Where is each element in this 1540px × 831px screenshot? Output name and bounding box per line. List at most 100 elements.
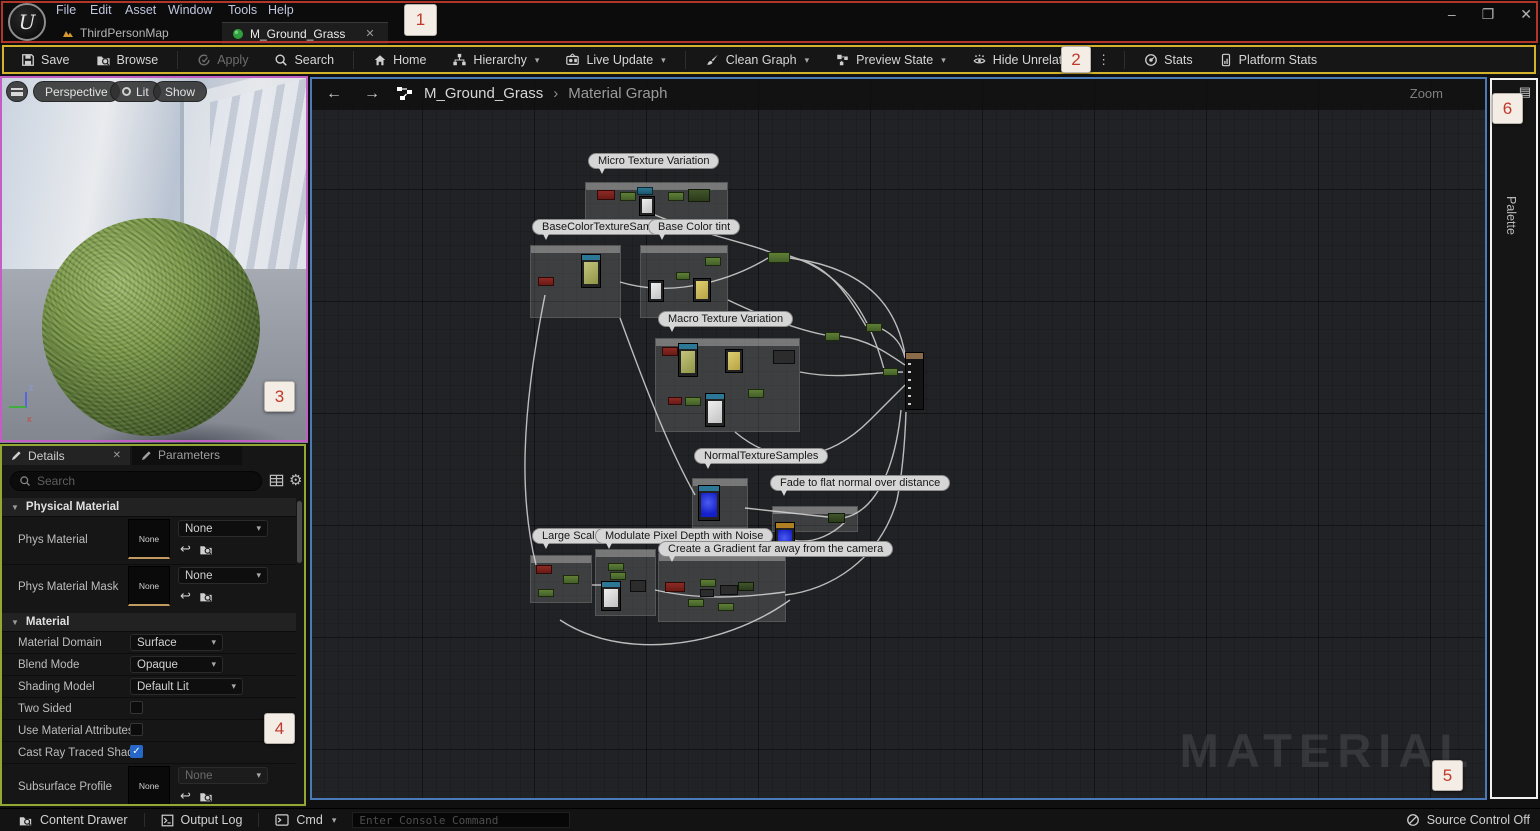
browse-to-icon[interactable]	[199, 790, 213, 803]
menu-window[interactable]: Window	[162, 1, 218, 19]
material-output-node[interactable]	[905, 352, 924, 410]
clean-graph-button[interactable]: Clean Graph ▾	[694, 47, 820, 73]
graph-node[interactable]	[685, 397, 701, 406]
menu-edit[interactable]: Edit	[84, 1, 118, 19]
phys-material-dropdown[interactable]: None ▾	[178, 520, 268, 537]
palette-tab-label[interactable]: Palette	[1504, 196, 1518, 235]
graph-node[interactable]	[688, 189, 710, 202]
comment-bubble[interactable]: NormalTextureSamples	[694, 448, 828, 464]
graph-node[interactable]	[620, 192, 636, 201]
graph-node[interactable]	[738, 582, 754, 591]
graph-node[interactable]	[688, 599, 704, 607]
graph-node[interactable]	[828, 513, 845, 523]
subsurface-profile-dropdown[interactable]: None ▾	[178, 767, 268, 784]
palette-sidebar[interactable]: ▤ Palette	[1490, 78, 1538, 800]
subsurface-profile-thumbnail[interactable]: None	[128, 766, 170, 806]
browse-to-icon[interactable]	[199, 543, 213, 556]
browse-to-icon[interactable]	[199, 590, 213, 603]
tab-close-icon[interactable]: ✕	[113, 450, 121, 461]
texture-sample-node[interactable]	[678, 343, 698, 377]
graph-node[interactable]	[668, 192, 684, 201]
graph-node[interactable]	[668, 397, 682, 405]
tab-parameters[interactable]: Parameters	[132, 445, 242, 465]
graph-node[interactable]	[610, 572, 626, 580]
texture-sample-node[interactable]	[581, 254, 601, 288]
minimize-icon[interactable]: –	[1448, 6, 1456, 23]
section-physical-material[interactable]: ▼ Physical Material	[2, 498, 296, 517]
use-material-attributes-checkbox[interactable]	[130, 723, 143, 736]
graph-node[interactable]	[748, 389, 764, 398]
platform-stats-button[interactable]: Platform Stats	[1208, 47, 1329, 73]
search-input[interactable]	[37, 474, 237, 488]
back-arrow-icon[interactable]: ←	[320, 85, 348, 103]
texture-sample-node[interactable]	[705, 393, 725, 427]
blend-mode-dropdown[interactable]: Opaque ▾	[130, 656, 223, 673]
graph-node[interactable]	[597, 190, 615, 200]
comment-bubble[interactable]: Create a Gradient far away from the came…	[658, 541, 893, 557]
comment-bubble[interactable]: Base Color tint	[648, 219, 740, 235]
graph-node[interactable]	[637, 187, 653, 195]
material-graph-canvas[interactable]: MATERIAL	[310, 77, 1487, 800]
phys-material-mask-thumbnail[interactable]: None	[128, 566, 170, 606]
comment-bubble[interactable]: Fade to flat normal over distance	[770, 475, 950, 491]
tab-thirdpersonmap[interactable]: ThirdPersonMap	[52, 22, 179, 44]
graph-node[interactable]	[700, 579, 716, 587]
comment-bubble[interactable]: Micro Texture Variation	[588, 153, 719, 169]
graph-node[interactable]	[768, 252, 790, 263]
tab-close-icon[interactable]: ✕	[365, 27, 374, 40]
menu-asset[interactable]: Asset	[119, 1, 162, 19]
details-scrollbar[interactable]	[297, 501, 302, 563]
live-update-button[interactable]: Live Update ▾	[554, 47, 676, 73]
graph-node[interactable]	[883, 368, 898, 376]
graph-node[interactable]	[773, 350, 795, 364]
graph-node[interactable]	[630, 580, 646, 592]
texture-sample-node[interactable]	[639, 196, 655, 216]
browse-button[interactable]: Browse	[85, 47, 170, 73]
texture-sample-node[interactable]	[648, 280, 664, 302]
graph-node[interactable]	[538, 589, 554, 597]
graph-node[interactable]	[662, 347, 678, 356]
close-icon[interactable]: ✕	[1520, 6, 1532, 23]
two-sided-checkbox[interactable]	[130, 701, 143, 714]
graph-node[interactable]	[705, 257, 721, 266]
normal-texture-sample-node[interactable]	[698, 485, 720, 521]
graph-node[interactable]	[538, 277, 554, 286]
phys-material-thumbnail[interactable]: None	[128, 519, 170, 559]
graph-node[interactable]	[825, 332, 840, 341]
section-material[interactable]: ▼ Material	[2, 613, 296, 632]
preview-state-button[interactable]: Preview State ▾	[824, 47, 957, 73]
perspective-button[interactable]: Perspective	[33, 81, 120, 102]
graph-node[interactable]	[536, 565, 552, 574]
graph-node[interactable]	[866, 323, 882, 332]
gear-icon[interactable]: ⚙	[289, 471, 302, 489]
details-search[interactable]	[10, 471, 262, 491]
material-domain-dropdown[interactable]: Surface ▾	[130, 634, 223, 651]
tab-details[interactable]: Details ✕	[2, 445, 130, 465]
texture-sample-node[interactable]	[693, 278, 711, 302]
source-control-status[interactable]: Source Control Off	[1406, 813, 1530, 827]
menu-help[interactable]: Help	[262, 1, 300, 19]
save-button[interactable]: Save	[10, 47, 81, 73]
apply-button[interactable]: Apply	[186, 47, 259, 73]
content-drawer-button[interactable]: Content Drawer	[8, 813, 138, 827]
stats-button[interactable]: Stats	[1133, 47, 1204, 73]
tab-m-ground-grass[interactable]: M_Ground_Grass ✕	[222, 22, 388, 44]
breadcrumb-asset[interactable]: M_Ground_Grass	[424, 85, 543, 102]
texture-sample-node[interactable]	[725, 349, 743, 373]
graph-node[interactable]	[608, 563, 624, 571]
use-selected-icon[interactable]: ↩	[180, 588, 191, 604]
use-selected-icon[interactable]: ↩	[180, 788, 191, 804]
output-log-button[interactable]: Output Log	[151, 813, 253, 827]
hierarchy-button[interactable]: Hierarchy ▾	[441, 47, 550, 73]
menu-tools[interactable]: Tools	[222, 1, 263, 19]
use-selected-icon[interactable]: ↩	[180, 541, 191, 557]
show-button[interactable]: Show	[153, 81, 207, 102]
forward-arrow-icon[interactable]: →	[358, 85, 386, 103]
shading-model-dropdown[interactable]: Default Lit ▾	[130, 678, 243, 695]
toolbar-overflow-icon[interactable]: ⋮	[1091, 52, 1116, 68]
home-button[interactable]: Home	[362, 47, 437, 73]
phys-material-mask-dropdown[interactable]: None ▾	[178, 567, 268, 584]
graph-node[interactable]	[720, 585, 738, 595]
graph-node[interactable]	[563, 575, 579, 584]
cast-ray-traced-shadows-checkbox[interactable]: ✓	[130, 745, 143, 758]
